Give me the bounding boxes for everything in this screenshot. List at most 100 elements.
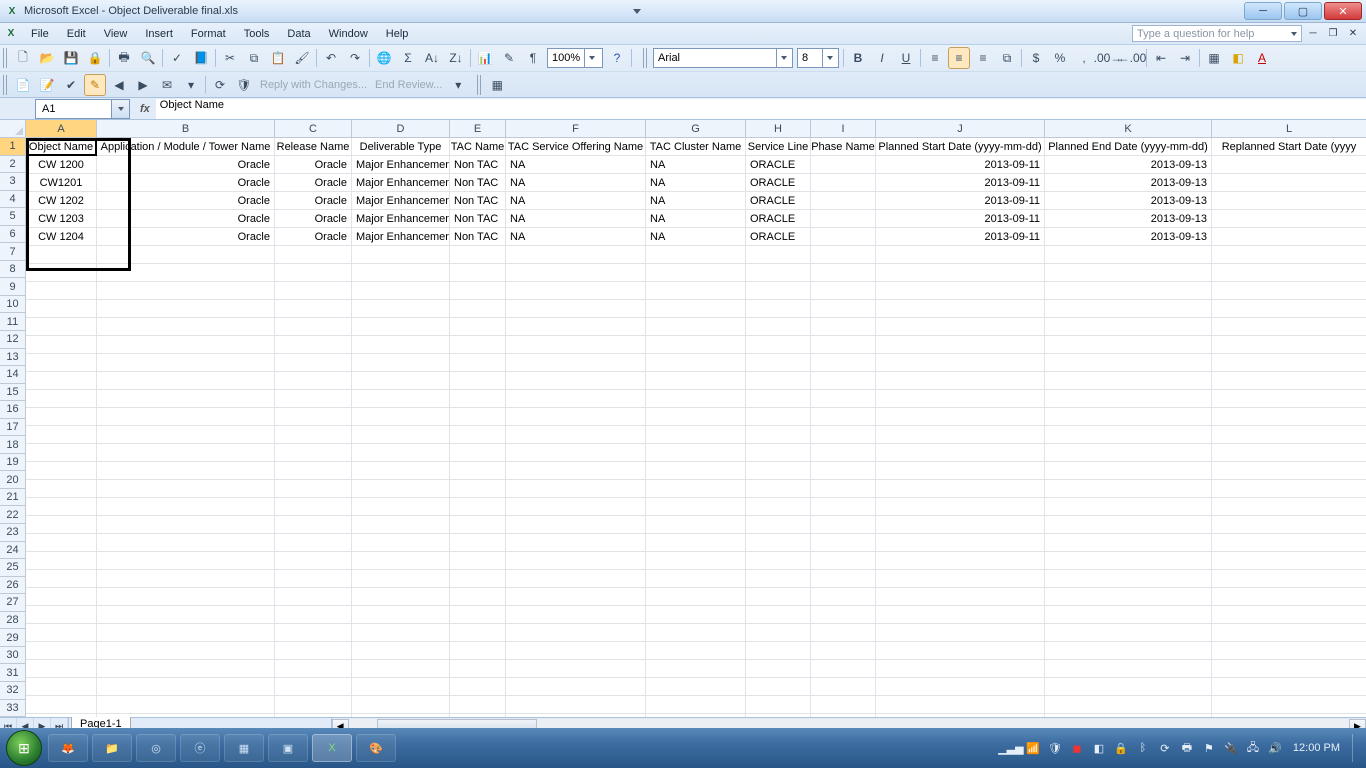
cell[interactable]	[1212, 192, 1366, 210]
cell[interactable]	[506, 660, 646, 678]
row-header[interactable]: 15	[0, 384, 26, 402]
taskbar-clock[interactable]: 12:00 PM	[1293, 742, 1340, 754]
research-button[interactable]: 📘	[190, 47, 212, 69]
formula-input[interactable]: Object Name	[156, 99, 1366, 119]
doc-restore-button[interactable]: ❐	[1324, 27, 1342, 41]
cell[interactable]	[506, 588, 646, 606]
tray-lock-icon[interactable]: 🔒	[1113, 740, 1129, 756]
doc-minimize-button[interactable]: ─	[1304, 27, 1322, 41]
cell[interactable]	[275, 660, 352, 678]
cell[interactable]	[275, 300, 352, 318]
cell[interactable]	[1045, 534, 1212, 552]
cell[interactable]	[275, 444, 352, 462]
cell[interactable]	[1212, 246, 1366, 264]
cell[interactable]	[97, 408, 275, 426]
cell[interactable]	[275, 318, 352, 336]
cell[interactable]: NA	[506, 174, 646, 192]
cell[interactable]	[1212, 228, 1366, 246]
cell[interactable]: 2013-09-13	[1045, 228, 1212, 246]
cell[interactable]	[450, 534, 506, 552]
align-center-button[interactable]: ≡	[948, 47, 970, 69]
cell[interactable]	[811, 660, 876, 678]
row-header[interactable]: 23	[0, 524, 26, 542]
cell[interactable]	[811, 534, 876, 552]
cell[interactable]	[1045, 588, 1212, 606]
cell[interactable]	[352, 714, 450, 717]
cell[interactable]	[1045, 408, 1212, 426]
menu-window[interactable]: Window	[320, 25, 377, 43]
cell[interactable]	[97, 534, 275, 552]
windows-taskbar[interactable]: ⊞ 🦊 📁 ◎ ⓔ ▦ ▣ X 🎨 ▁▃▅ 📶 🛡 ◼ ◧ 🔒 ᛒ ⟳ 🖶 ⚑ …	[0, 728, 1366, 768]
row-header[interactable]: 29	[0, 629, 26, 647]
spelling-button[interactable]: ✓	[166, 47, 188, 69]
cell[interactable]	[646, 678, 746, 696]
cell[interactable]	[1045, 372, 1212, 390]
cell[interactable]	[811, 192, 876, 210]
cell[interactable]	[97, 246, 275, 264]
cell[interactable]: NA	[646, 174, 746, 192]
cell[interactable]	[876, 336, 1045, 354]
cell[interactable]	[811, 372, 876, 390]
menu-help[interactable]: Help	[377, 25, 418, 43]
cell[interactable]	[646, 570, 746, 588]
cell[interactable]	[1045, 714, 1212, 717]
cell[interactable]	[450, 606, 506, 624]
cell[interactable]	[811, 354, 876, 372]
cell[interactable]: Major Enhancement	[352, 210, 450, 228]
cell[interactable]	[352, 372, 450, 390]
cell[interactable]	[1212, 354, 1366, 372]
cut-button[interactable]: ✂	[219, 47, 241, 69]
tray-wifi-icon[interactable]: 📶	[1025, 740, 1041, 756]
cell[interactable]	[811, 714, 876, 717]
cell[interactable]	[26, 426, 97, 444]
font-size-dropdown[interactable]: 8	[797, 48, 839, 68]
cell[interactable]	[97, 516, 275, 534]
decrease-indent-button[interactable]: ⇤	[1150, 47, 1172, 69]
cell[interactable]: 2013-09-11	[876, 156, 1045, 174]
cell[interactable]	[275, 282, 352, 300]
cell[interactable]	[811, 606, 876, 624]
cell[interactable]: 2013-09-13	[1045, 156, 1212, 174]
cell[interactable]	[450, 570, 506, 588]
reject-change-button[interactable]: ✎	[84, 74, 106, 96]
cell[interactable]	[275, 588, 352, 606]
cell[interactable]	[97, 696, 275, 714]
cell[interactable]	[1212, 300, 1366, 318]
cell[interactable]	[746, 534, 811, 552]
cell[interactable]	[876, 534, 1045, 552]
cell[interactable]	[275, 606, 352, 624]
cell[interactable]	[450, 516, 506, 534]
cell[interactable]: 2013-09-11	[876, 210, 1045, 228]
cell[interactable]	[811, 156, 876, 174]
cell[interactable]	[746, 390, 811, 408]
cell[interactable]	[450, 624, 506, 642]
cell[interactable]	[876, 372, 1045, 390]
cell[interactable]	[646, 660, 746, 678]
name-box[interactable]: A1	[35, 99, 130, 119]
cell[interactable]	[876, 318, 1045, 336]
cell[interactable]	[506, 426, 646, 444]
cell[interactable]	[97, 336, 275, 354]
cell[interactable]	[1045, 264, 1212, 282]
header-cell[interactable]: Object Name	[26, 138, 97, 156]
cell[interactable]	[506, 462, 646, 480]
cell[interactable]	[646, 246, 746, 264]
cell[interactable]	[811, 282, 876, 300]
cell[interactable]	[275, 498, 352, 516]
cell[interactable]	[1212, 264, 1366, 282]
cell[interactable]	[876, 480, 1045, 498]
permissions-button[interactable]: 🔒	[84, 47, 106, 69]
fx-icon[interactable]: fx	[140, 103, 150, 115]
tray-update-icon[interactable]: ⟳	[1157, 740, 1173, 756]
cell[interactable]	[97, 462, 275, 480]
cell[interactable]	[1045, 300, 1212, 318]
cell[interactable]	[646, 426, 746, 444]
column-header[interactable]: I	[811, 120, 876, 137]
cell[interactable]	[506, 444, 646, 462]
cell[interactable]	[450, 660, 506, 678]
cell[interactable]: Oracle	[97, 156, 275, 174]
row-header[interactable]: 22	[0, 506, 26, 524]
cell[interactable]	[746, 318, 811, 336]
column-header[interactable]: D	[352, 120, 450, 137]
format-painter-button[interactable]: 🖌	[291, 47, 313, 69]
